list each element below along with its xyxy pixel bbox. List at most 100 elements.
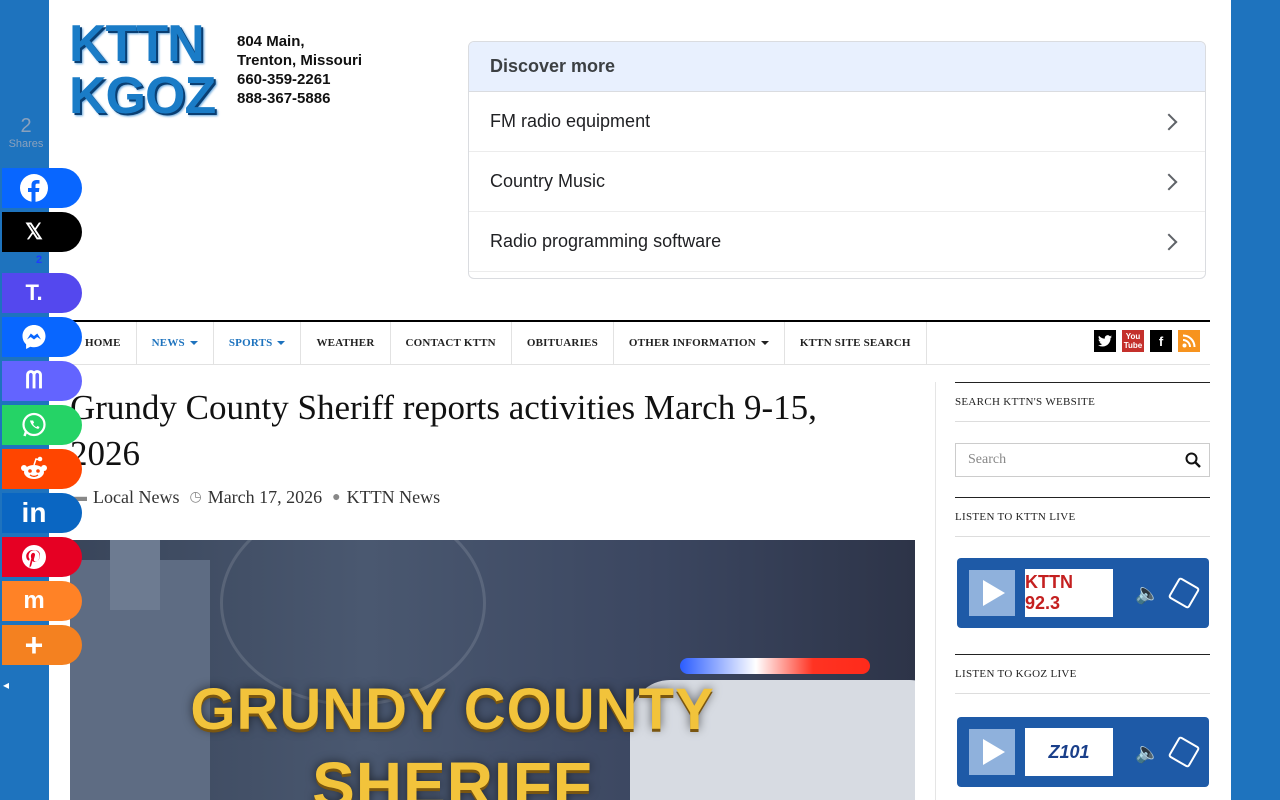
share-x-button[interactable]: 𝕏 xyxy=(2,212,82,252)
article-date: March 17, 2026 xyxy=(207,487,323,507)
facebook-icon[interactable]: f xyxy=(1150,330,1172,352)
article-hero-image: GRUNDY COUNTY SHERIFF xyxy=(70,540,915,800)
site-logo[interactable]: KTTN KGOZ 804 Main, Trenton, Missouri 66… xyxy=(69,18,369,122)
share-pinterest-button[interactable] xyxy=(2,537,82,577)
rss-icon[interactable] xyxy=(1178,330,1200,352)
linkedin-icon: in xyxy=(21,497,47,528)
share-whatsapp-button[interactable] xyxy=(2,405,82,445)
facebook-icon xyxy=(20,174,48,203)
whatsapp-icon xyxy=(22,412,46,437)
share-more-button[interactable]: + xyxy=(2,625,82,665)
hero-text-line-1: GRUNDY COUNTY xyxy=(190,677,715,742)
search-widget-title: SEARCH KTTN'S WEBSITE xyxy=(955,382,1210,422)
nav-item-label: OTHER INFORMATION xyxy=(628,337,756,349)
user-icon: ● xyxy=(332,489,341,505)
share-count: 2 Shares xyxy=(0,115,52,150)
nav-item-obituaries[interactable]: OBITUARIES xyxy=(512,322,614,364)
nav-item-label: OBITUARIES xyxy=(526,337,598,349)
pinterest-icon xyxy=(22,545,46,569)
hero-text-line-2: SHERIFF xyxy=(312,749,593,800)
nav-item-label: SPORTS xyxy=(228,337,273,349)
share-mix-button[interactable]: m xyxy=(2,581,82,621)
nav-item-label: WEATHER xyxy=(316,337,375,349)
share-truth-social-button[interactable]: T. xyxy=(2,273,82,313)
messenger-icon xyxy=(22,325,46,349)
share-count-number: 2 xyxy=(20,115,32,137)
nav-item-contact[interactable]: CONTACT KTTN xyxy=(391,322,512,364)
caret-down-icon xyxy=(189,341,198,345)
logo-wordmark: KTTN KGOZ xyxy=(69,18,229,122)
play-button[interactable] xyxy=(969,729,1015,775)
share-facebook-button[interactable] xyxy=(2,168,82,208)
play-button[interactable] xyxy=(969,570,1015,616)
discover-more-panel: Discover more FM radio equipment Country… xyxy=(468,41,1206,279)
nav-item-site-search[interactable]: KTTN SITE SEARCH xyxy=(785,322,927,364)
share-messenger-button[interactable] xyxy=(2,317,82,357)
kttn-player: KTTN 92.3 🔈 xyxy=(957,558,1209,628)
kttn-station-logo: KTTN 92.3 xyxy=(1025,569,1113,617)
clock-icon: ◷ xyxy=(189,490,202,505)
discover-item-label: Country Music xyxy=(490,171,606,191)
main-navigation: HOME NEWS SPORTS WEATHER CONTACT KTTN OB… xyxy=(70,320,1210,365)
share-linkedin-button[interactable]: in xyxy=(2,493,82,533)
article-category[interactable]: Local News xyxy=(93,487,179,508)
article-meta: ▬ Local News ◷ March 17, 2026 ● KTTN New… xyxy=(73,487,450,508)
reddit-icon xyxy=(21,456,47,479)
nav-item-other-information[interactable]: OTHER INFORMATION xyxy=(614,322,785,364)
discover-item[interactable]: FM radio equipment xyxy=(469,92,1205,152)
nav-item-label: CONTACT KTTN xyxy=(405,337,496,349)
nav-item-label: HOME xyxy=(85,337,121,349)
play-icon xyxy=(983,739,1005,765)
cube-icon[interactable] xyxy=(1167,735,1201,769)
nav-item-label: KTTN SITE SEARCH xyxy=(799,337,911,349)
page-container: KTTN KGOZ 804 Main, Trenton, Missouri 66… xyxy=(49,0,1231,800)
logo-address: 804 Main, xyxy=(237,33,305,50)
article-author[interactable]: KTTN News xyxy=(347,487,440,508)
discover-item[interactable]: Country Music xyxy=(469,152,1205,212)
mastodon-icon: ᗰ xyxy=(25,367,43,394)
logo-line-1: KTTN xyxy=(69,15,205,73)
social-links: You Tube f xyxy=(1094,330,1200,352)
cube-icon[interactable] xyxy=(1167,576,1201,610)
chevron-right-icon xyxy=(1160,233,1178,250)
discover-item-label: Radio programming software xyxy=(490,231,722,251)
discover-more-title: Discover more xyxy=(469,42,1205,92)
article-title: Grundy County Sheriff reports activities… xyxy=(70,388,817,473)
nav-item-weather[interactable]: WEATHER xyxy=(301,322,391,364)
sidebar-divider xyxy=(935,382,936,800)
volume-icon[interactable]: 🔈 xyxy=(1135,581,1160,606)
clock-tower-graphic xyxy=(110,540,160,610)
logo-contact: 804 Main, Trenton, Missouri 660-359-2261… xyxy=(237,32,362,108)
search-input[interactable] xyxy=(956,451,1170,469)
logo-city: Trenton, Missouri xyxy=(237,52,363,69)
search-box xyxy=(955,443,1210,477)
share-count-label: Shares xyxy=(8,138,44,150)
nav-item-sports[interactable]: SPORTS xyxy=(214,322,302,364)
discover-item-label: FM radio equipment xyxy=(490,111,651,131)
play-icon xyxy=(983,580,1005,606)
nav-item-label: NEWS xyxy=(151,337,185,349)
chevron-right-icon xyxy=(1160,173,1178,190)
threads-share-count: 2 xyxy=(36,254,43,266)
caret-down-icon xyxy=(277,341,286,345)
mix-icon: m xyxy=(23,587,45,614)
discover-item[interactable]: Radio programming software xyxy=(469,212,1205,272)
chevron-right-icon xyxy=(1160,113,1178,130)
caret-down-icon xyxy=(760,341,769,345)
search-icon[interactable] xyxy=(1185,452,1201,468)
kgoz-live-title: LISTEN TO KGOZ LIVE xyxy=(955,654,1210,694)
kgoz-player: Z101 🔈 xyxy=(957,717,1209,787)
kttn-live-title: LISTEN TO KTTN LIVE xyxy=(955,497,1210,537)
police-lights-graphic xyxy=(680,658,870,674)
more-icon: + xyxy=(24,626,44,663)
volume-icon[interactable]: 🔈 xyxy=(1135,740,1160,765)
kgoz-station-logo: Z101 xyxy=(1025,728,1113,776)
logo-phone-2: 888-367-5886 xyxy=(237,90,331,107)
hide-share-bar-icon[interactable]: ◂ xyxy=(3,678,9,692)
nav-item-news[interactable]: NEWS xyxy=(137,322,214,364)
share-mastodon-button[interactable]: ᗰ xyxy=(2,361,82,401)
twitter-icon[interactable] xyxy=(1094,330,1116,352)
youtube-icon[interactable]: You Tube xyxy=(1122,330,1144,352)
logo-phone-1: 660-359-2261 xyxy=(237,71,331,88)
share-reddit-button[interactable] xyxy=(2,449,82,489)
